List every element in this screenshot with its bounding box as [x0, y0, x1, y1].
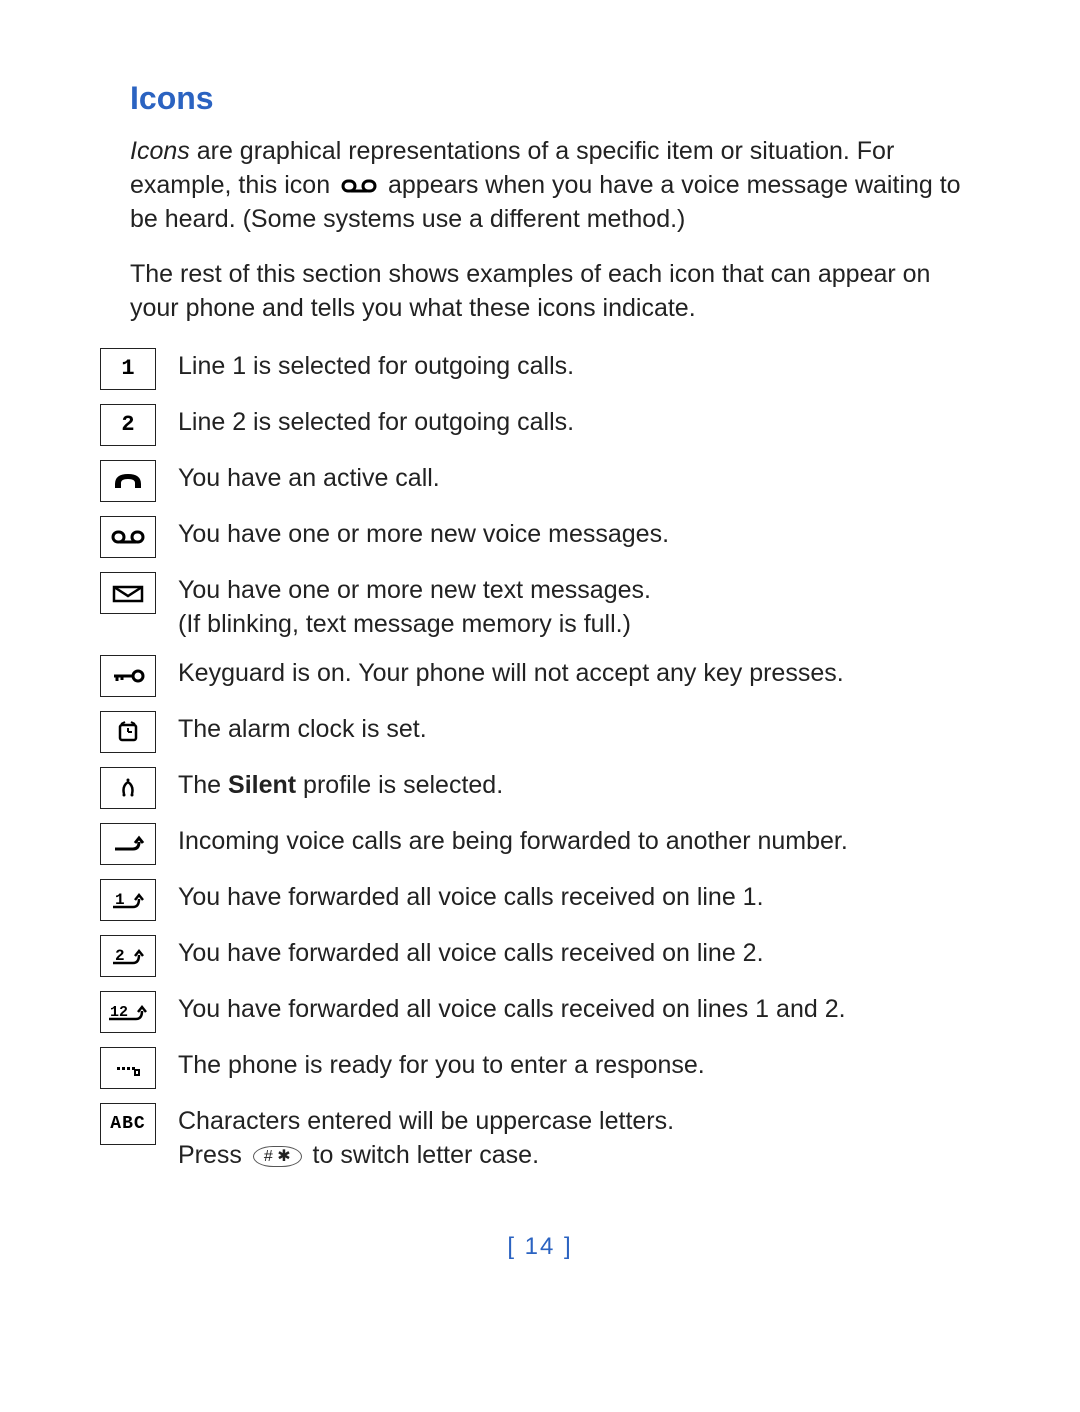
icon-description: You have one or more new voice messages. [178, 516, 669, 552]
key-button-icon: # ✱ [253, 1146, 302, 1167]
intro-paragraph-2: The rest of this section shows examples … [130, 258, 980, 326]
intro-lead-word: Icons [130, 137, 190, 165]
silent-profile-icon [100, 767, 156, 809]
forward-line-2-icon: 2 [100, 935, 156, 977]
voicemail-icon [100, 516, 156, 558]
icon-description: You have forwarded all voice calls recei… [178, 879, 764, 915]
icon-description: Keyguard is on. Your phone will not acce… [178, 655, 844, 691]
icon-row: The Silent profile is selected. [100, 767, 980, 809]
text-message-icon [100, 572, 156, 614]
icon-table: 1 Line 1 is selected for outgoing calls. 2… [100, 348, 980, 1173]
icon-row: ABC Characters entered will be uppercase … [100, 1103, 980, 1173]
icon-description: You have an active call. [178, 460, 440, 496]
icon-row: You have one or more new voice messages. [100, 516, 980, 558]
intro-paragraph: Icons are graphical representations of a… [130, 135, 980, 236]
icon-description: You have forwarded all voice calls recei… [178, 935, 764, 971]
icon-description: The phone is ready for you to enter a re… [178, 1047, 705, 1083]
icon-description: Line 2 is selected for outgoing calls. [178, 404, 574, 440]
icon-row: 12 You have forwarded all voice calls rec… [100, 991, 980, 1033]
icon-row: 2 Line 2 is selected for outgoing calls. [100, 404, 980, 446]
forward-line-1-icon: 1 [100, 879, 156, 921]
uppercase-abc-icon: ABC [100, 1103, 156, 1145]
icon-description: The alarm clock is set. [178, 711, 427, 747]
icon-description: Incoming voice calls are being forwarded… [178, 823, 848, 859]
alarm-clock-icon [100, 711, 156, 753]
line-2-icon: 2 [100, 404, 156, 446]
icon-description: Characters entered will be uppercase let… [178, 1103, 674, 1173]
icon-row: 1 You have forwarded all voice calls rece… [100, 879, 980, 921]
icon-row: Keyguard is on. Your phone will not acce… [100, 655, 980, 697]
section-heading: Icons [130, 80, 980, 117]
bold-term: Silent [228, 771, 296, 799]
icon-description: You have forwarded all voice calls recei… [178, 991, 846, 1027]
icon-row: You have an active call. [100, 460, 980, 502]
icon-row: The alarm clock is set. [100, 711, 980, 753]
page-number: [ 14 ] [100, 1233, 980, 1261]
manual-page: Icons Icons are graphical representation… [0, 0, 1080, 1301]
enter-response-icon [100, 1047, 156, 1089]
icon-row: 1 Line 1 is selected for outgoing calls. [100, 348, 980, 390]
icon-row: 2 You have forwarded all voice calls rece… [100, 935, 980, 977]
active-call-icon [100, 460, 156, 502]
keyguard-icon [100, 655, 156, 697]
line-1-icon: 1 [100, 348, 156, 390]
call-forward-icon [100, 823, 156, 865]
icon-row: Incoming voice calls are being forwarded… [100, 823, 980, 865]
forward-lines-1-2-icon: 12 [100, 991, 156, 1033]
icon-description: You have one or more new text messages.(… [178, 572, 651, 642]
icon-row: The phone is ready for you to enter a re… [100, 1047, 980, 1089]
icon-description: The Silent profile is selected. [178, 767, 503, 803]
icon-row: You have one or more new text messages.(… [100, 572, 980, 642]
voicemail-icon [341, 177, 377, 195]
icon-description: Line 1 is selected for outgoing calls. [178, 348, 574, 384]
